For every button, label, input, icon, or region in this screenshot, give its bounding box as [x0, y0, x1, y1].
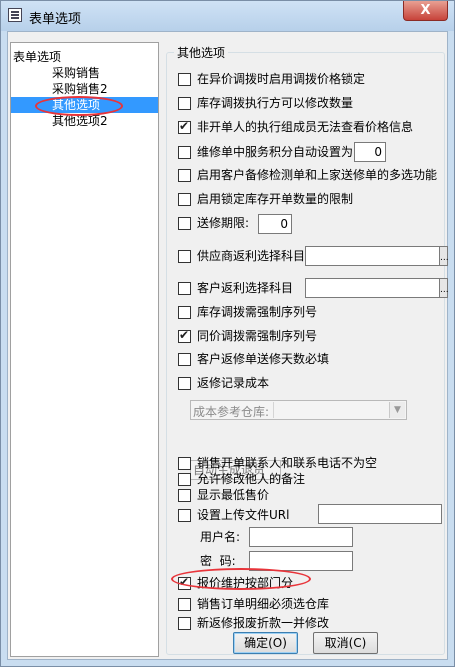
password-label: 密 码:	[200, 554, 236, 568]
option-contact-required-checkbox[interactable]	[178, 457, 191, 470]
option-customer-rebate-checkbox[interactable]	[178, 282, 191, 295]
title-bar: 表单选项 X	[1, 1, 454, 31]
tree-root[interactable]: 表单选项	[13, 49, 61, 65]
option-hide-price-info-checkbox[interactable]	[178, 119, 191, 134]
option-lock-transfer-price-checkbox[interactable]	[178, 73, 191, 86]
option-sales-order-warehouse-label: 销售订单明细必须选仓库	[197, 597, 330, 611]
option-repair-cost-label: 返修记录成本	[197, 376, 270, 390]
highlight-circle	[35, 96, 123, 116]
option-same-price-serial-checkbox[interactable]	[178, 328, 191, 343]
cost-warehouse-value	[273, 402, 389, 418]
option-edit-others-notes-checkbox[interactable]	[178, 473, 191, 486]
option-edit-others-notes-label: 允许修改他人的备注	[197, 472, 306, 486]
window-title: 表单选项	[29, 12, 82, 27]
supplier-rebate-account-input[interactable]	[305, 246, 440, 266]
option-transfer-serial-checkbox[interactable]	[178, 306, 191, 319]
cost-warehouse-combo[interactable]: 成本参考仓库: ▼	[190, 400, 407, 420]
close-button[interactable]: X	[403, 1, 448, 21]
option-repair-cost-checkbox[interactable]	[178, 377, 191, 390]
customer-rebate-account-input[interactable]	[305, 278, 440, 298]
option-customer-rebate-label: 客户返利选择科目	[197, 281, 294, 295]
supplier-rebate-browse-button[interactable]: ...	[439, 246, 449, 266]
option-transfer-serial-label: 库存调拨需强制序列号	[197, 305, 318, 319]
option-transfer-executor-edit-label: 库存调拨执行方可以修改数量	[197, 96, 354, 110]
option-sales-order-warehouse-checkbox[interactable]	[178, 598, 191, 611]
ok-button[interactable]: 确定(O)	[233, 632, 298, 654]
option-service-points-checkbox[interactable]	[178, 146, 191, 159]
upload-url-input[interactable]	[318, 504, 442, 524]
highlight-circle	[171, 568, 311, 590]
customer-rebate-browse-button[interactable]: ...	[439, 278, 449, 298]
option-service-points-label: 维修单中服务积分自动设置为	[197, 145, 354, 159]
options-tree: 表单选项 采购销售 采购销售2 其他选项 其他选项2	[10, 42, 159, 657]
option-multi-select-checkbox[interactable]	[178, 169, 191, 182]
option-supplier-rebate-label: 供应商返利选择科目	[197, 249, 306, 263]
option-upload-url-label: 设置上传文件URl	[197, 508, 290, 522]
option-same-price-serial-label: 同价调拨需强制序列号	[197, 329, 318, 343]
repair-deadline-input[interactable]: 0	[258, 214, 292, 234]
option-lock-transfer-price-label: 在异价调拨时启用调拨价格锁定	[197, 72, 366, 86]
service-points-input[interactable]: 0	[354, 142, 386, 162]
option-min-price-label: 显示最低售价	[197, 488, 270, 502]
tree-item-purchase-sales-2[interactable]: 采购销售2	[52, 81, 108, 97]
option-supplier-rebate-checkbox[interactable]	[178, 250, 191, 263]
option-hide-price-info-label: 非开单人的执行组成员无法查看价格信息	[197, 120, 414, 134]
option-lock-stock-limit-label: 启用锁定库存开单数量的限制	[197, 192, 354, 206]
option-contact-required-label: 销售开单联系人和联系电话不为空	[197, 456, 378, 470]
cancel-button[interactable]: 取消(C)	[313, 632, 378, 654]
option-transfer-executor-edit-checkbox[interactable]	[178, 97, 191, 110]
option-repair-scrap-discount-label: 新返修报废折款一并修改	[197, 616, 330, 630]
option-repair-deadline-label: 送修期限:	[197, 216, 250, 230]
tree-item-purchase-sales[interactable]: 采购销售	[52, 65, 100, 81]
cost-warehouse-label: 成本参考仓库:	[193, 405, 270, 419]
option-lock-stock-limit-checkbox[interactable]	[178, 193, 191, 206]
form-icon	[8, 8, 22, 22]
chevron-down-icon[interactable]: ▼	[389, 402, 405, 418]
username-label: 用户名:	[200, 530, 241, 544]
option-multi-select-label: 启用客户备修检测单和上家送修单的多选功能	[197, 168, 438, 182]
option-repair-deadline-checkbox[interactable]	[178, 217, 191, 230]
username-input[interactable]	[249, 527, 353, 547]
group-title: 其他选项	[174, 44, 229, 61]
option-upload-url-checkbox[interactable]	[178, 509, 191, 522]
dialog-body: 表单选项 采购销售 采购销售2 其他选项 其他选项2 其他选项 在异价调拨时启用…	[7, 31, 449, 660]
option-min-price-checkbox[interactable]	[178, 489, 191, 502]
option-repair-days-required-label: 客户返修单送修天数必填	[197, 352, 330, 366]
option-repair-scrap-discount-checkbox[interactable]	[178, 617, 191, 630]
option-repair-days-required-checkbox[interactable]	[178, 353, 191, 366]
options-dialog: 表单选项 X 表单选项 采购销售 采购销售2 其他选项 其他选项2 其他选项 在…	[0, 0, 455, 667]
